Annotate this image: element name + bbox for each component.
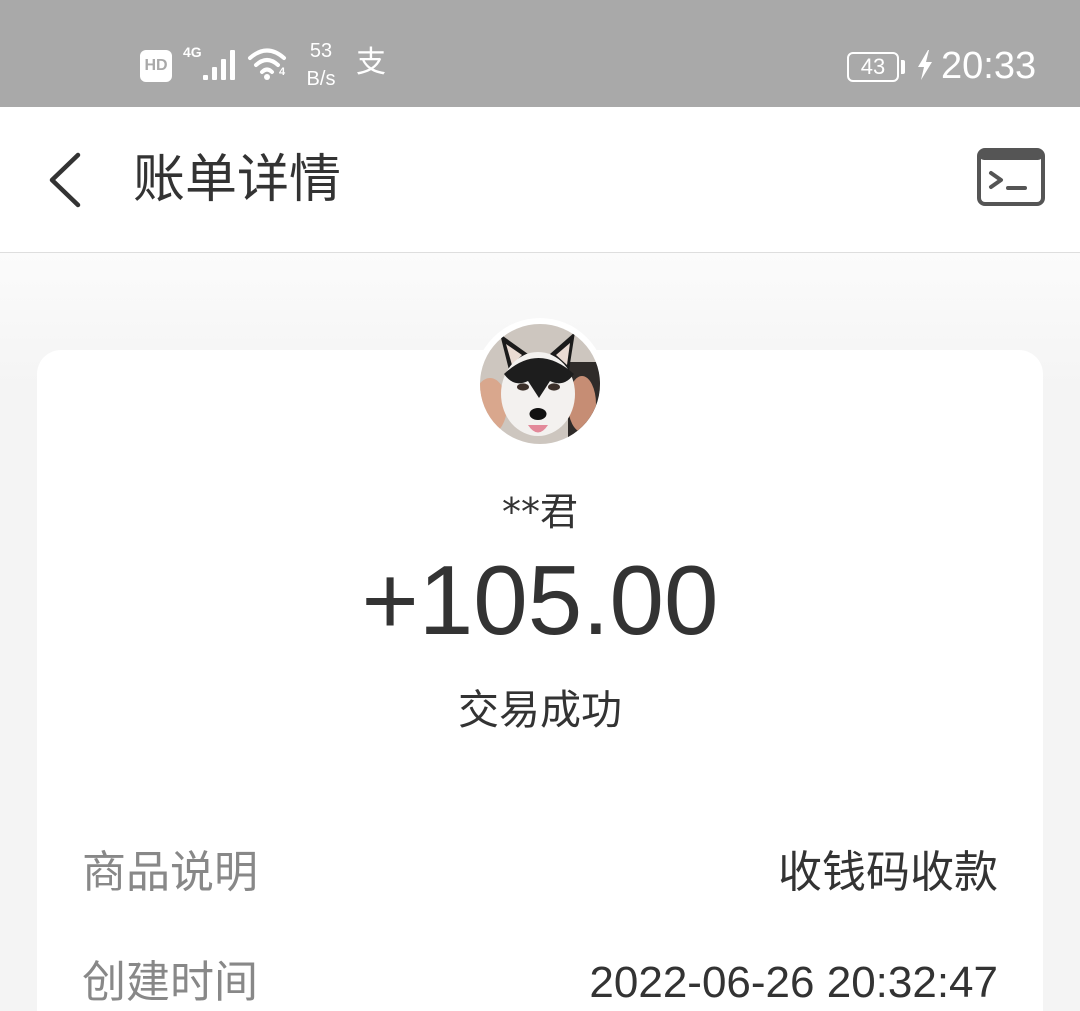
hd-badge: HD: [140, 50, 172, 82]
page-title: 账单详情: [133, 150, 342, 210]
battery-icon: 43: [847, 52, 899, 82]
network-speed-unit: B/s: [306, 68, 336, 90]
payer-name: **君: [501, 490, 578, 534]
back-button[interactable]: [40, 145, 90, 215]
status-bar: HD 4G 4 53 B/s 支 43 20:33: [0, 0, 1080, 107]
network-type-label: 4G: [183, 44, 202, 60]
detail-label: 商品说明: [82, 847, 258, 898]
transaction-status: 交易成功: [458, 686, 622, 734]
bill-detail-screen: HD 4G 4 53 B/s 支 43 20:33 账单详情 **君 +105.…: [0, 0, 1080, 1011]
avatar: [480, 324, 600, 444]
battery-tip: [901, 60, 905, 74]
top-nav-bar: 账单详情: [0, 107, 1080, 253]
detail-row-created-time: 创建时间 2022-06-26 20:32:47: [82, 957, 998, 1009]
transaction-amount: +105.00: [361, 545, 719, 655]
chevron-left-icon: [49, 152, 81, 208]
charging-bolt-icon: [918, 50, 932, 80]
detail-value: 收钱码收款: [778, 848, 998, 897]
more-actions-button[interactable]: [977, 148, 1045, 206]
network-speed-value: 53: [309, 40, 333, 62]
terminal-icon: [977, 148, 1045, 206]
wifi-band-label: 4: [279, 66, 286, 78]
alipay-notification-icon: 支: [356, 45, 386, 80]
avatar-ring: [474, 318, 606, 450]
signal-icon: [203, 50, 237, 80]
detail-value: 2022-06-26 20:32:47: [589, 958, 998, 1007]
husky-avatar-image: [480, 324, 600, 444]
detail-label: 创建时间: [82, 957, 258, 1008]
detail-row-description: 商品说明 收钱码收款: [82, 847, 998, 899]
status-clock: 20:33: [941, 45, 1037, 87]
bill-card: **君 +105.00 交易成功 商品说明 收钱码收款 创建时间 2022-06…: [37, 318, 1043, 1011]
